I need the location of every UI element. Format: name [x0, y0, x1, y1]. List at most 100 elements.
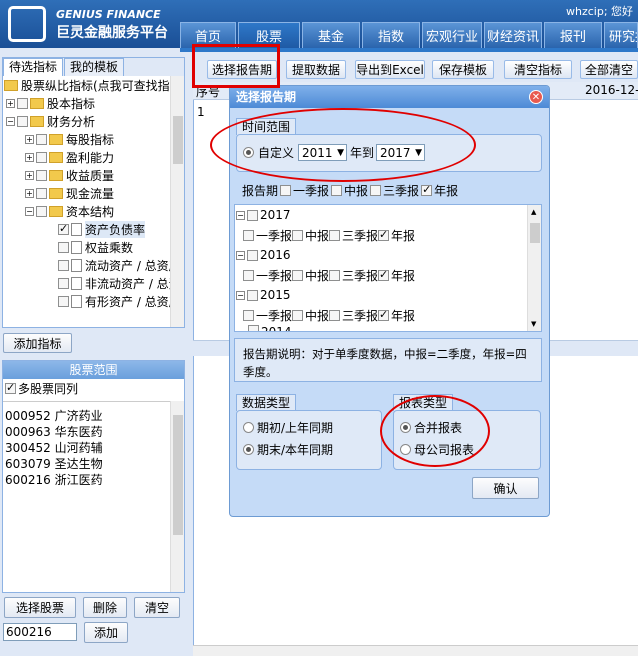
- nav-tab-research[interactable]: 研究报: [604, 22, 638, 48]
- tree-leaf-tangible-assets[interactable]: 有形资产 / 总资产: [3, 292, 170, 310]
- add-stock-button[interactable]: 添加: [84, 622, 128, 643]
- tree-checkbox[interactable]: [58, 259, 69, 271]
- nav-tab-news[interactable]: 财经资讯: [484, 22, 542, 48]
- expand-icon[interactable]: +: [6, 98, 15, 108]
- tree-checkbox[interactable]: [36, 169, 47, 181]
- q1-checkbox[interactable]: [243, 269, 254, 281]
- radio-consolidated[interactable]: [400, 422, 411, 433]
- collapse-icon[interactable]: −: [25, 206, 34, 216]
- tree-node-per-share[interactable]: + 每股指标: [3, 130, 170, 148]
- expand-icon[interactable]: +: [25, 188, 34, 198]
- stock-code-input[interactable]: 600216: [3, 623, 77, 641]
- scroll-down-icon[interactable]: ▼: [531, 320, 536, 328]
- mid-checkbox[interactable]: [292, 269, 304, 281]
- tree-node-earnings-quality[interactable]: + 收益质量: [3, 166, 170, 184]
- annual-checkbox[interactable]: [378, 228, 390, 241]
- scroll-thumb[interactable]: [173, 415, 183, 535]
- tree-node-capital-structure[interactable]: − 资本结构: [3, 202, 170, 220]
- collapse-icon[interactable]: −: [236, 210, 245, 220]
- q1-all-checkbox[interactable]: [280, 185, 292, 196]
- stock-item[interactable]: 000952 广济药业: [5, 408, 170, 424]
- stock-item[interactable]: 603079 圣达生物: [5, 456, 170, 472]
- year-checkbox[interactable]: [247, 249, 258, 261]
- year-list-scrollbar[interactable]: ▲ ▼: [527, 205, 541, 331]
- tree-node-cash-flow[interactable]: + 现金流量: [3, 184, 170, 202]
- annual-checkbox[interactable]: [378, 268, 390, 281]
- tree-leaf-equity-multiplier[interactable]: 权益乘数: [3, 238, 170, 256]
- data-type-option-1[interactable]: 期初/上年同期: [243, 419, 333, 436]
- collapse-icon[interactable]: −: [6, 116, 15, 126]
- year-checkbox[interactable]: [248, 325, 259, 331]
- close-icon[interactable]: ✕: [529, 90, 543, 104]
- q3-checkbox[interactable]: [329, 269, 341, 281]
- year-node-2017[interactable]: − 2017: [235, 205, 541, 225]
- tree-checkbox[interactable]: [58, 295, 69, 307]
- mid-checkbox[interactable]: [292, 229, 304, 241]
- multi-stock-option[interactable]: 多股票同列: [3, 379, 184, 397]
- save-template-button[interactable]: 保存模板: [432, 60, 494, 79]
- tab-candidate-indicators[interactable]: 待选指标: [3, 58, 64, 76]
- scroll-up-icon[interactable]: ▲: [531, 208, 536, 216]
- extract-data-button[interactable]: 提取数据: [286, 60, 346, 79]
- year-node-2016[interactable]: − 2016: [235, 245, 541, 265]
- annual-all-checkbox[interactable]: [421, 183, 433, 196]
- export-excel-button[interactable]: 导出到Excel: [355, 60, 425, 79]
- year-checkbox[interactable]: [247, 209, 258, 221]
- year-node-2015[interactable]: − 2015: [235, 285, 541, 305]
- report-type-option-1[interactable]: 合并报表: [400, 419, 462, 436]
- q1-checkbox[interactable]: [243, 229, 254, 241]
- tab-my-templates[interactable]: 我的模板: [64, 58, 125, 76]
- tree-checkbox[interactable]: [17, 115, 28, 127]
- year-checkbox[interactable]: [247, 289, 258, 301]
- year-node-2014[interactable]: 2014: [235, 325, 541, 331]
- data-type-option-2[interactable]: 期末/本年同期: [243, 441, 333, 458]
- radio-opening[interactable]: [243, 422, 254, 433]
- tree-leaf-debt-ratio[interactable]: 资产负债率: [3, 220, 170, 238]
- from-year-select[interactable]: 2011 ▼: [298, 144, 348, 161]
- q3-checkbox[interactable]: [329, 309, 341, 321]
- tree-leaf-noncurrent-assets[interactable]: 非流动资产 / 总资产: [3, 274, 170, 292]
- delete-button[interactable]: 删除: [83, 597, 127, 618]
- clear-indicators-button[interactable]: 清空指标: [504, 60, 572, 79]
- scroll-thumb[interactable]: [530, 223, 540, 243]
- radio-closing[interactable]: [243, 444, 254, 455]
- expand-icon[interactable]: +: [25, 152, 34, 162]
- tree-node-financial-analysis[interactable]: − 财务分析: [3, 112, 170, 130]
- stock-item[interactable]: 300452 山河药辅: [5, 440, 170, 456]
- to-year-select[interactable]: 2017 ▼: [376, 144, 426, 161]
- tree-node-root[interactable]: 股票纵比指标(点我可查找指标): [3, 76, 170, 94]
- collapse-icon[interactable]: −: [236, 250, 245, 260]
- tree-checkbox[interactable]: [58, 241, 69, 253]
- custom-radio[interactable]: [243, 147, 254, 158]
- nav-tab-journal[interactable]: 报刊: [544, 22, 602, 48]
- expand-icon[interactable]: +: [25, 134, 34, 144]
- collapse-icon[interactable]: −: [236, 290, 245, 300]
- nav-tab-macro[interactable]: 宏观行业: [422, 22, 482, 48]
- q3-checkbox[interactable]: [329, 229, 341, 241]
- nav-tab-index[interactable]: 指数: [362, 22, 420, 48]
- confirm-button[interactable]: 确认: [472, 477, 539, 499]
- nav-tab-fund[interactable]: 基金: [302, 22, 360, 48]
- mid-all-checkbox[interactable]: [331, 185, 343, 196]
- tree-checkbox[interactable]: [17, 97, 28, 109]
- tree-checkbox[interactable]: [36, 133, 47, 145]
- stock-item[interactable]: 000963 华东医药: [5, 424, 170, 440]
- tree-checkbox[interactable]: [36, 205, 47, 217]
- annual-checkbox[interactable]: [378, 308, 390, 321]
- q3-all-checkbox[interactable]: [370, 185, 382, 196]
- radio-parent-company[interactable]: [400, 444, 411, 455]
- tree-node-share-capital[interactable]: + 股本指标: [3, 94, 170, 112]
- mid-checkbox[interactable]: [292, 309, 304, 321]
- tree-scrollbar[interactable]: [170, 76, 184, 327]
- tree-checkbox[interactable]: [36, 187, 47, 199]
- tree-checkbox[interactable]: [36, 151, 47, 163]
- stock-item[interactable]: 600216 浙江医药: [5, 472, 170, 488]
- stock-list-scrollbar[interactable]: [170, 401, 184, 592]
- clear-button[interactable]: 清空: [134, 597, 180, 618]
- tree-checkbox[interactable]: [58, 277, 69, 289]
- bottom-scrollbar[interactable]: [193, 645, 638, 656]
- clear-all-button[interactable]: 全部清空: [580, 60, 638, 79]
- tree-checkbox[interactable]: [58, 222, 69, 235]
- tree-leaf-current-assets[interactable]: 流动资产 / 总资产: [3, 256, 170, 274]
- scroll-thumb[interactable]: [173, 116, 183, 164]
